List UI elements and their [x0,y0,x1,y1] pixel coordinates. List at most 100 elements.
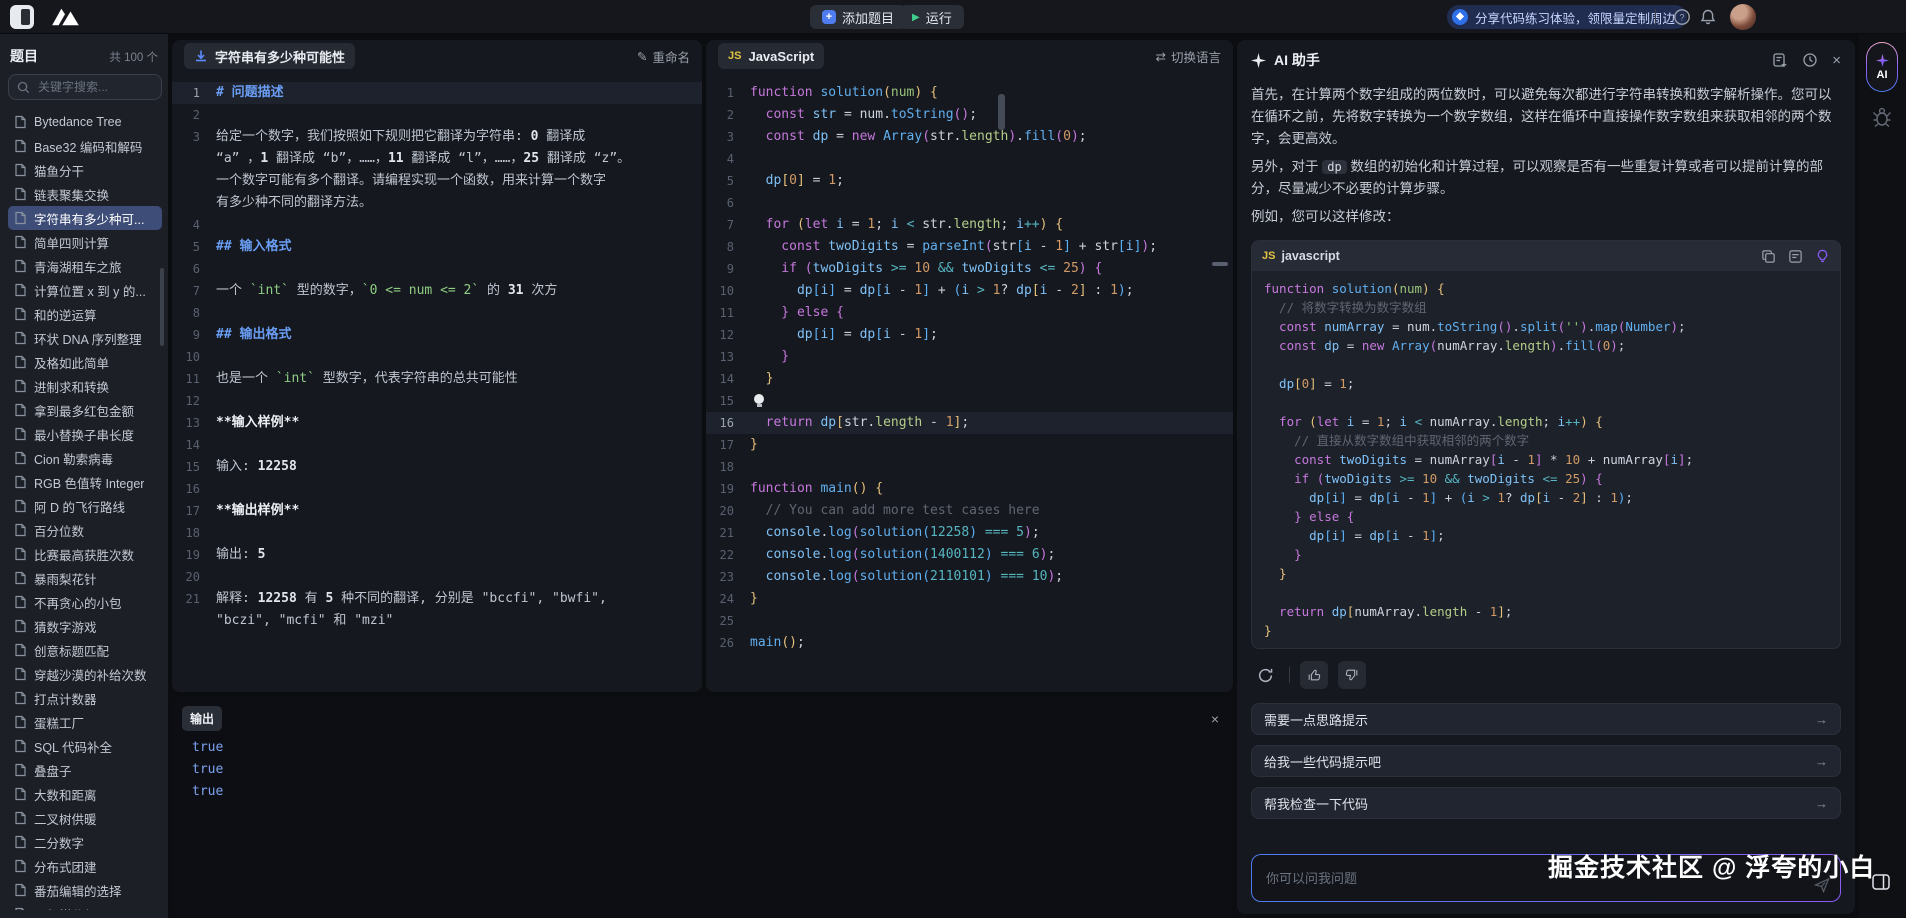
description-line[interactable]: 10 [172,346,702,368]
sidebar-item[interactable]: 创意标题匹配 [8,638,162,662]
code-line[interactable]: 23 console.log(solution(2110101) === 10)… [706,566,1233,588]
sidebar-item[interactable]: RGB 色值转 Integer [8,470,162,494]
sidebar-item[interactable]: 拿到最多红包金额 [8,398,162,422]
run-button[interactable]: ▶ 运行 [900,5,964,29]
ai-code-line[interactable]: const numArray = num.toString().split(''… [1264,317,1828,336]
code-line[interactable]: 24} [706,588,1233,610]
ai-chat-input[interactable] [1264,870,1800,887]
sidebar-item[interactable]: 进制求和转换 [8,374,162,398]
sidebar-item[interactable]: 环状 DNA 序列整理 [8,326,162,350]
close-output-icon[interactable]: × [1211,711,1219,727]
description-line[interactable]: 一个数字可能有多个翻译。请编程实现一个函数，用来计算一个数字 [172,170,702,192]
sidebar-item[interactable]: 比赛最高获胜次数 [8,542,162,566]
description-line[interactable]: 12 [172,390,702,412]
ai-chat-input-box[interactable] [1251,854,1841,902]
sidebar-item[interactable]: 百分位数 [8,518,162,542]
ai-code-line[interactable]: dp[0] = 1; [1264,374,1828,393]
panel-resize-handle[interactable] [1212,262,1228,266]
description-line[interactable]: 9## 输出格式 [172,324,702,346]
sidebar-item[interactable]: Bytedance Tree [8,110,162,134]
code-line[interactable]: 26main(); [706,632,1233,654]
sidebar-item[interactable]: 及格如此简单 [8,350,162,374]
ai-code-line[interactable] [1264,583,1828,602]
description-line[interactable]: 15输入: 12258 [172,456,702,478]
language-tab[interactable]: JS JavaScript [718,43,824,69]
thumbs-down-icon[interactable] [1338,661,1366,689]
description-line[interactable]: 1# 问题描述 [172,82,702,104]
add-problem-button[interactable]: + 添加题目 [810,5,906,29]
code-line[interactable]: 1function solution(num) { [706,82,1233,104]
ai-code-line[interactable]: dp[i] = dp[i - 1]; [1264,526,1828,545]
code-line[interactable]: 22 console.log(solution(1400112) === 6); [706,544,1233,566]
description-line[interactable]: 2 [172,104,702,126]
description-line[interactable]: 5## 输入格式 [172,236,702,258]
code-line[interactable]: 19function main() { [706,478,1233,500]
sidebar-item[interactable]: 穿越沙漠的补给次数 [8,662,162,686]
code-line[interactable]: 4 [706,148,1233,170]
sidebar-item[interactable]: 二叉树供暖 [8,806,162,830]
sidebar-item[interactable]: 打点计数器 [8,686,162,710]
search-box[interactable] [8,74,162,100]
description-line[interactable]: 18 [172,522,702,544]
sidebar-scrollbar[interactable] [160,268,164,346]
description-line[interactable]: 14 [172,434,702,456]
ai-code-line[interactable]: const twoDigits = numArray[i - 1] * 10 +… [1264,450,1828,469]
code-line[interactable]: 10 dp[i] = dp[i - 1] + (i > 1? dp[i - 2]… [706,280,1233,302]
description-line[interactable]: 19输出: 5 [172,544,702,566]
sidebar-item[interactable]: 猜数字游戏 [8,614,162,638]
sidebar-item[interactable]: Base32 编码和解码 [8,134,162,158]
sidebar-item[interactable]: Cion 勒索病毒 [8,446,162,470]
markdown-editor[interactable]: 1# 问题描述23给定一个数字，我们按照如下规则把它翻译为字符串: 0 翻译成“… [172,72,702,632]
sidebar-item[interactable]: 蛋糕工厂 [8,710,162,734]
code-line[interactable]: 7 for (let i = 1; i < str.length; i++) { [706,214,1233,236]
ai-code-line[interactable]: } else { [1264,507,1828,526]
close-ai-icon[interactable]: × [1832,52,1841,69]
description-line[interactable]: 4 [172,214,702,236]
app-logo-icon[interactable] [10,5,34,29]
ai-code-line[interactable] [1264,393,1828,412]
notifications-bell-icon[interactable] [1698,7,1718,27]
code-line[interactable]: 16 return dp[str.length - 1]; [706,412,1233,434]
new-chat-icon[interactable] [1772,52,1788,68]
copy-code-icon[interactable] [1761,249,1776,264]
description-line[interactable]: 8 [172,302,702,324]
ai-code-line[interactable]: const dp = new Array(numArray.length).fi… [1264,336,1828,355]
insert-code-icon[interactable] [1788,249,1803,264]
sidebar-item[interactable]: 叠盘子 [8,758,162,782]
code-line[interactable]: 9 if (twoDigits >= 10 && twoDigits <= 25… [706,258,1233,280]
sidebar-item[interactable]: 番茄编辑的选择 [8,878,162,902]
code-line[interactable]: 20 // You can add more test cases here [706,500,1233,522]
ai-toggle-button[interactable]: AI [1866,42,1898,92]
description-line[interactable]: 13**输入样例** [172,412,702,434]
description-line[interactable]: 17**输出样例** [172,500,702,522]
description-line[interactable]: 21解释: 12258 有 5 种不同的翻译, 分别是 "bccfi", "bw… [172,588,702,610]
ai-bulb-icon[interactable] [1815,249,1830,264]
help-icon[interactable]: ? [1672,7,1692,27]
problem-title-tab[interactable]: 字符串有多少种可能性 [184,43,355,69]
description-line[interactable]: "bczi", "mcfi" 和 "mzi" [172,610,702,632]
sidebar-item[interactable]: 字符串有多少种可... [8,206,162,230]
code-line[interactable]: 3 const dp = new Array(str.length).fill(… [706,126,1233,148]
ai-code-line[interactable]: return dp[numArray.length - 1]; [1264,602,1828,621]
sidebar-item[interactable]: 和的逆运算 [8,302,162,326]
juejin-logo-icon[interactable] [48,6,82,28]
code-line[interactable]: 2 const str = num.toString(); [706,104,1233,126]
ai-code-line[interactable]: function solution(num) { [1264,279,1828,298]
thumbs-up-icon[interactable] [1300,661,1328,689]
description-line[interactable]: 有多少种不同的翻译方法。 [172,192,702,214]
ai-code-line[interactable]: if (twoDigits >= 10 && twoDigits <= 25) … [1264,469,1828,488]
send-icon[interactable] [1814,877,1830,893]
sidebar-item[interactable]: 暴雨梨花针 [8,566,162,590]
ai-code-line[interactable]: dp[i] = dp[i - 1] + (i > 1? dp[i - 2] : … [1264,488,1828,507]
code-line[interactable]: 25 [706,610,1233,632]
user-avatar[interactable] [1730,4,1756,30]
sidebar-item[interactable]: 青海湖租车之旅 [8,254,162,278]
code-line[interactable]: 8 const twoDigits = parseInt(str[i - 1] … [706,236,1233,258]
code-line[interactable]: 14 } [706,368,1233,390]
ai-code-line[interactable]: // 直接从数字数组中获取相邻的两个数字 [1264,431,1828,450]
sidebar-item[interactable]: 阿 D 的飞行路线 [8,494,162,518]
code-editor[interactable]: 1function solution(num) {2 const str = n… [706,72,1233,654]
ai-code-line[interactable]: } [1264,545,1828,564]
sidebar-item[interactable]: 计算位置 x 到 y 的... [8,278,162,302]
code-line[interactable]: 17} [706,434,1233,456]
